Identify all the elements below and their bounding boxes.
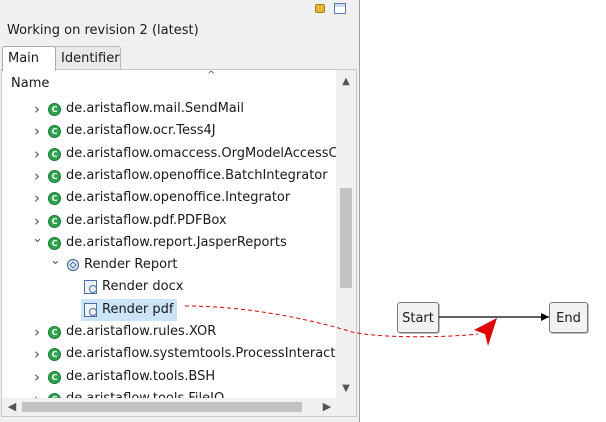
edge-arrowhead-icon bbox=[541, 313, 549, 321]
process-graph-overlay bbox=[184, 305, 549, 346]
operation-icon bbox=[84, 302, 97, 317]
drag-path bbox=[184, 305, 479, 338]
tab-main[interactable]: Main bbox=[2, 46, 56, 71]
drag-arrow-icon bbox=[474, 318, 497, 346]
